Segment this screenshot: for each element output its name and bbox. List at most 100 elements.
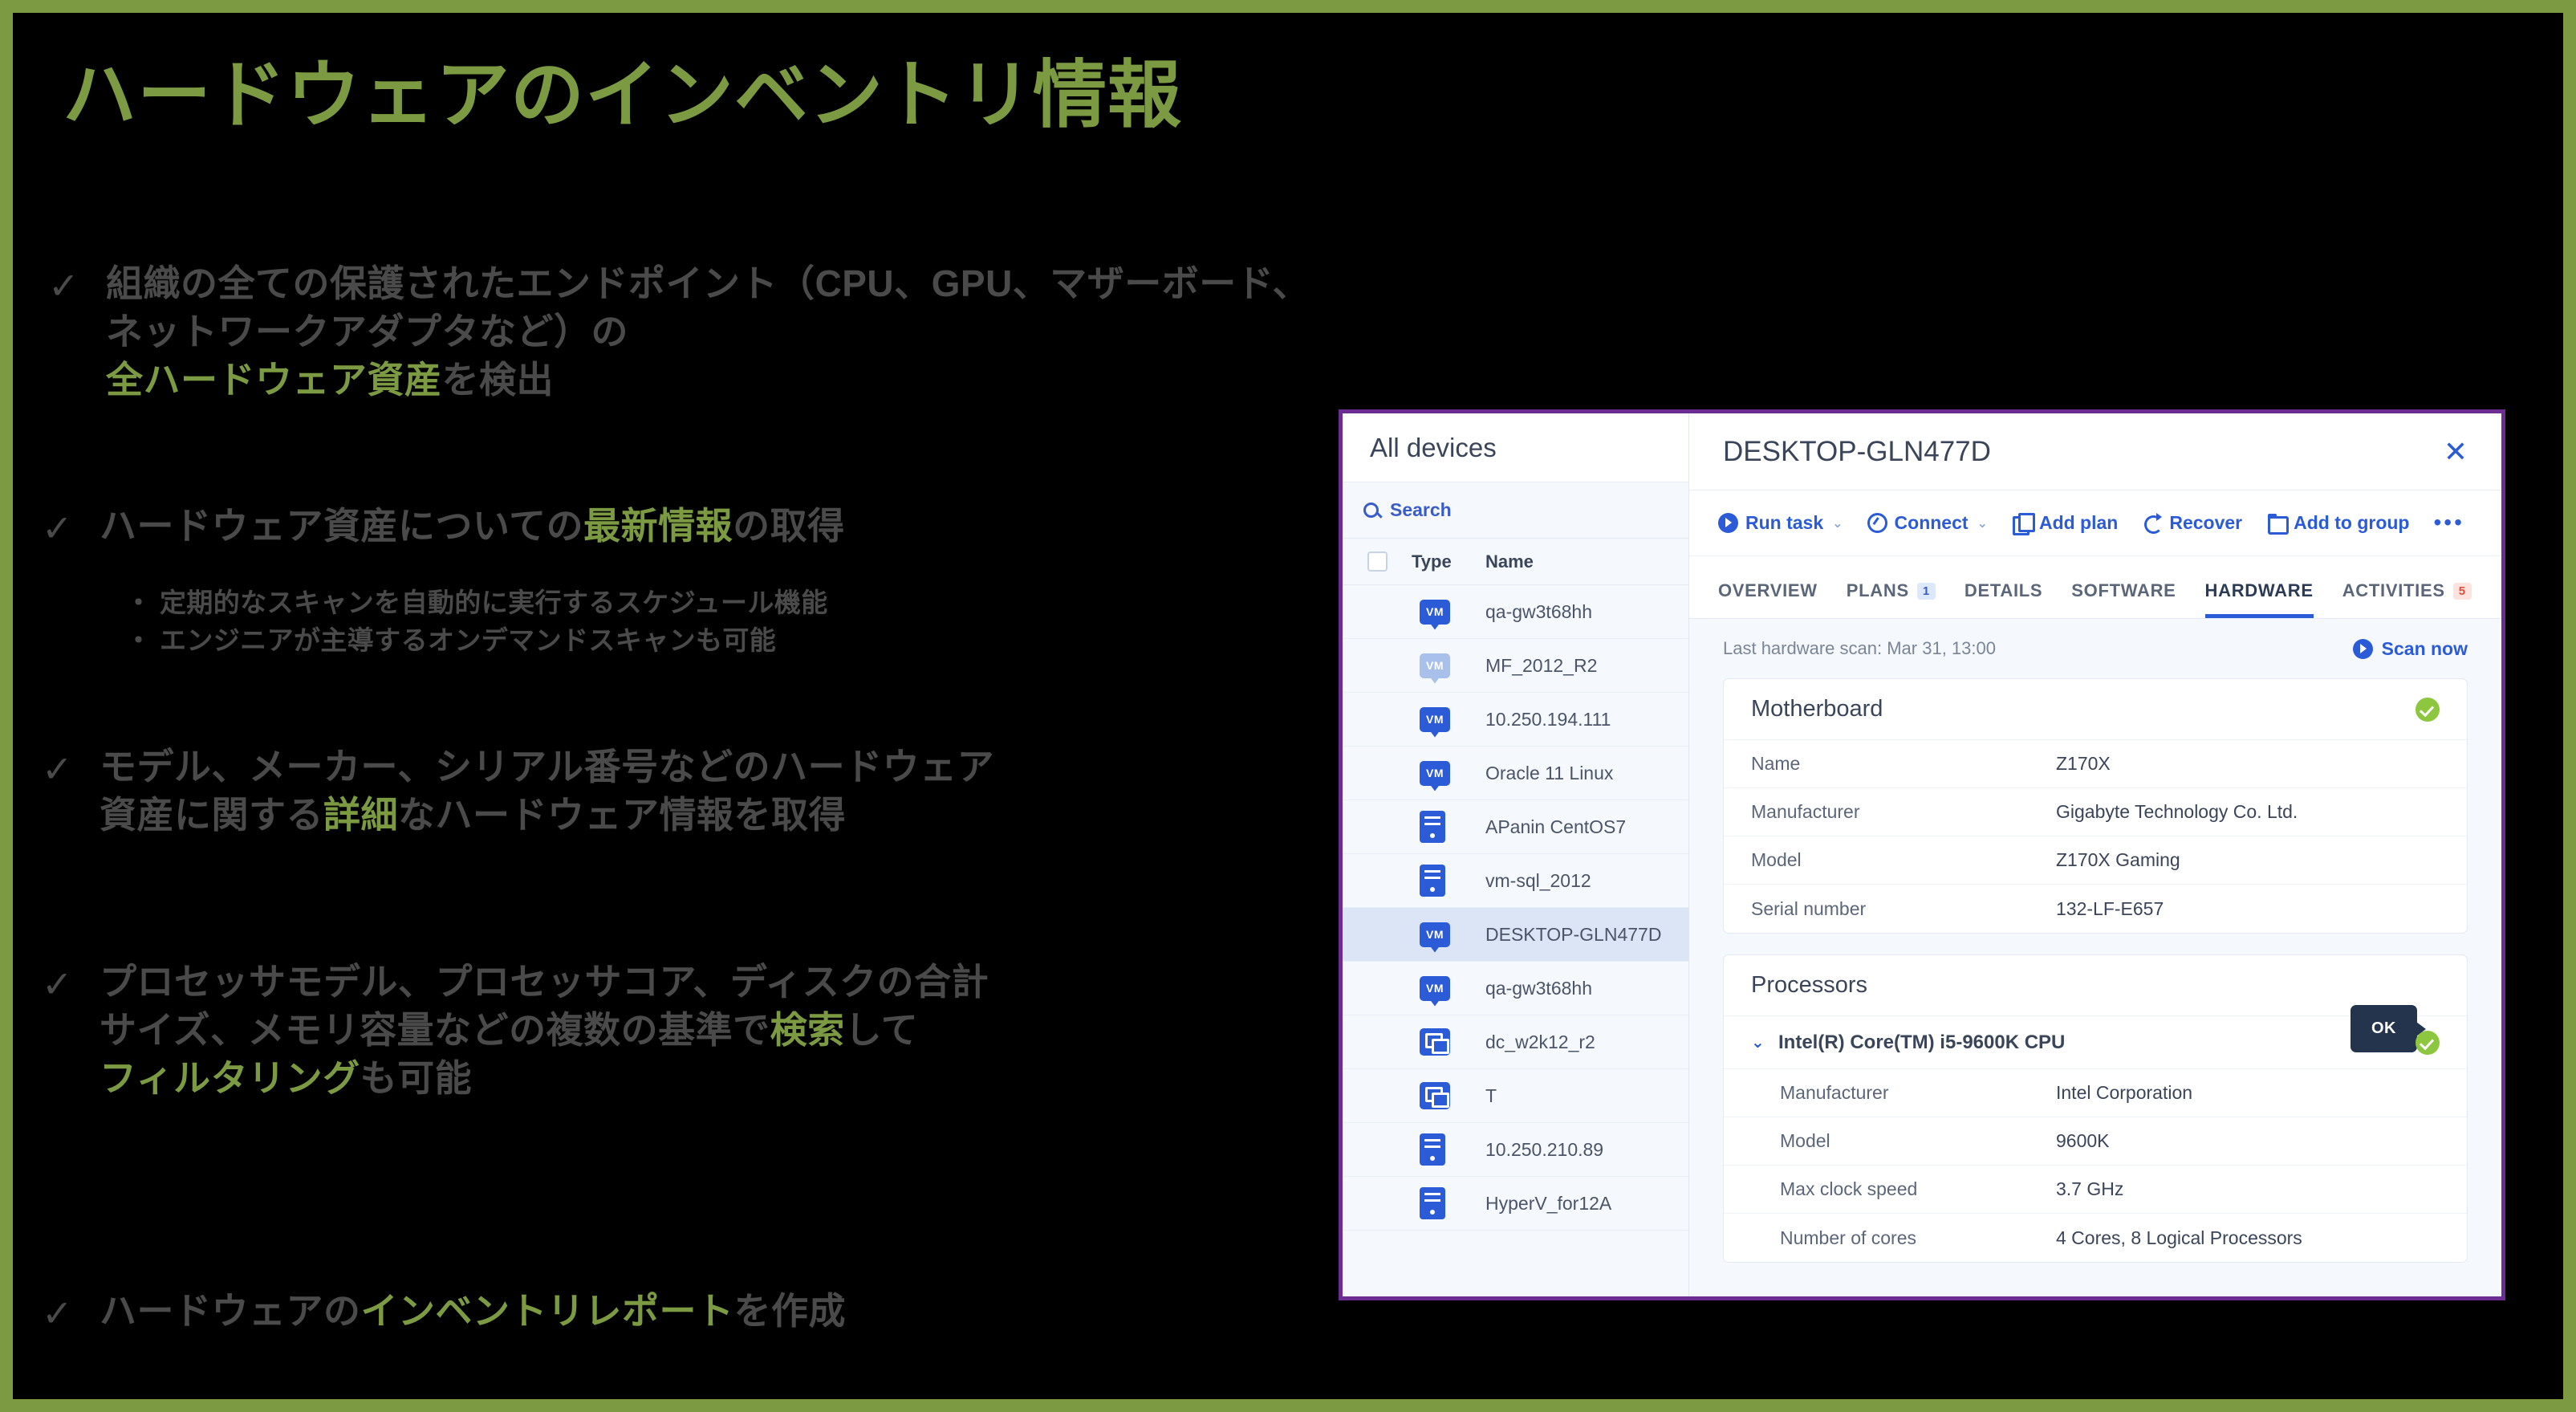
close-icon[interactable]: ✕ (2444, 437, 2468, 466)
detail-row-key: Model (1780, 1130, 1830, 1151)
bullet-text-5: ハードウェアのインベントリレポートを作成 (100, 1288, 846, 1336)
detail-row-key: Manufacturer (1780, 1082, 1889, 1103)
add-to-group-label: Add to group (2294, 512, 2410, 533)
table-row[interactable]: VM qa-gw3t68hh (1343, 585, 1688, 639)
bullet-1-line2-tail: を検出 (441, 358, 554, 401)
table-row[interactable]: APanin CentOS7 (1343, 800, 1688, 854)
device-type-cell (1412, 811, 1485, 843)
device-name-cell: qa-gw3t68hh (1485, 977, 1592, 999)
table-row[interactable]: HyperV_for12A (1343, 1177, 1688, 1231)
tab-label: ACTIVITIES (2342, 580, 2445, 600)
processor-rows: Manufacturer Intel Corporation Model 9600K M… (1724, 1069, 2467, 1262)
detail-row-value: 3.7 GHz (2056, 1178, 2124, 1199)
connect-icon (1867, 513, 1887, 533)
device-type-cell (1412, 1028, 1485, 1056)
device-type-cell: VM (1412, 706, 1485, 732)
table-row[interactable]: VM Oracle 11 Linux (1343, 747, 1688, 800)
bullet-4-highlight: 検索 (770, 1008, 845, 1051)
bullet-3-line2-post: なハードウェア情報を取得 (398, 793, 846, 836)
processors-title: Processors (1751, 972, 1868, 998)
bullet-3-line1: モデル、メーカー、シリアル番号などのハードウェア (100, 746, 995, 787)
devices-table-body: VM qa-gw3t68hh VM MF_2012_R2 VM 10.250.194.11… (1343, 585, 1688, 1231)
bullet-4-line2-post: して (844, 1008, 919, 1051)
connect-label: Connect (1894, 512, 1969, 533)
table-row[interactable]: VM MF_2012_R2 (1343, 639, 1688, 693)
device-name-cell: dc_w2k12_r2 (1485, 1031, 1595, 1052)
play-icon (2352, 638, 2373, 659)
sub-item: ・ エンジニアが主導するオンデマンドスキャンも可能 (125, 625, 777, 655)
add-plan-button[interactable]: Add plan (2012, 512, 2119, 535)
check-icon: ✓ (42, 748, 73, 790)
bullet-item-1: ✓ 組織の全ての保護されたエンドポイント（CPU、GPU、マザーボード、ネットワ… (48, 260, 1342, 404)
tab-activities[interactable]: ACTIVITIES 5 (2342, 580, 2472, 618)
scan-now-button[interactable]: Scan now (2352, 638, 2468, 660)
detail-header: DESKTOP-GLN477D ✕ (1689, 413, 2501, 490)
bullet-5-post: を作成 (733, 1290, 846, 1332)
device-type-cell: VM (1412, 975, 1485, 1001)
cpu-label: Intel(R) Core(TM) i5-9600K CPU (1778, 1031, 2066, 1053)
select-all-checkbox[interactable] (1343, 551, 1412, 572)
tab-label: DETAILS (1964, 580, 2043, 600)
product-screenshot: All devices Search Type Name VM qa-gw3t68… (1339, 409, 2505, 1300)
table-row[interactable]: VM qa-gw3t68hh (1343, 962, 1688, 1015)
device-detail-panel: DESKTOP-GLN477D ✕ Run task ⌄ Connect ⌄ A… (1689, 413, 2501, 1296)
cluster-icon (1420, 1028, 1450, 1056)
table-row[interactable]: VM DESKTOP-GLN477D (1343, 908, 1688, 962)
detail-row: Model Z170X Gaming (1724, 836, 2467, 885)
devices-panel: All devices Search Type Name VM qa-gw3t68… (1343, 413, 1689, 1296)
server-icon (1420, 811, 1445, 843)
tab-details[interactable]: DETAILS (1965, 580, 2042, 618)
column-header-name: Name (1485, 551, 1534, 572)
detail-row: Manufacturer Intel Corporation (1724, 1069, 2467, 1117)
more-options-icon[interactable]: ••• (2433, 511, 2464, 534)
scan-bar: Last hardware scan: Mar 31, 13:00 Scan n… (1689, 619, 2501, 678)
detail-row-value: 132-LF-E657 (2056, 897, 2164, 919)
bullet-4-line3-post: も可能 (360, 1056, 473, 1099)
detail-row: Name Z170X (1724, 740, 2467, 788)
bullet-text-3: モデル、メーカー、シリアル番号などのハードウェア 資産に関する詳細なハードウェア… (100, 743, 994, 840)
tab-label: OVERVIEW (1718, 580, 1818, 600)
check-icon: ✓ (42, 507, 73, 549)
table-row[interactable]: dc_w2k12_r2 (1343, 1015, 1688, 1069)
run-task-label: Run task (1745, 512, 1824, 533)
search-input[interactable]: Search (1343, 482, 1688, 539)
motherboard-rows: Name Z170X Manufacturer Gigabyte Technology… (1724, 740, 2467, 933)
table-row[interactable]: T (1343, 1069, 1688, 1123)
tab-software[interactable]: SOFTWARE (2071, 580, 2176, 618)
last-scan-text: Last hardware scan: Mar 31, 13:00 (1723, 638, 1996, 658)
tab-plans[interactable]: PLANS 1 (1847, 580, 1936, 618)
connect-button[interactable]: Connect ⌄ (1867, 512, 1988, 534)
bullet-item-5: ✓ ハードウェアのインベントリレポートを作成 (42, 1288, 846, 1336)
bullet-5-highlight: インベントリレポート (360, 1290, 734, 1332)
tab-hardware[interactable]: HARDWARE (2204, 580, 2314, 618)
device-name-cell: APanin CentOS7 (1485, 816, 1627, 837)
device-type-cell (1412, 865, 1485, 897)
device-name-cell: Oracle 11 Linux (1485, 762, 1614, 783)
vm-icon: VM (1420, 653, 1450, 678)
chevron-down-icon[interactable]: ⌄ (1751, 1032, 1778, 1052)
bullet-text-2: ハードウェア資産についての最新情報の取得 (100, 503, 845, 551)
tab-overview[interactable]: OVERVIEW (1718, 580, 1818, 618)
table-row[interactable]: vm-sql_2012 (1343, 854, 1688, 908)
bullet-1-highlight: 全ハードウェア資産 (106, 358, 442, 401)
play-icon (1718, 513, 1738, 533)
table-row[interactable]: VM 10.250.194.111 (1343, 693, 1688, 747)
cpu-expander-row[interactable]: ⌄ Intel(R) Core(TM) i5-9600K CPU OK (1724, 1005, 2467, 1069)
vm-icon: VM (1420, 706, 1450, 732)
device-type-cell: VM (1412, 922, 1485, 947)
add-to-group-button[interactable]: Add to group (2266, 512, 2410, 535)
detail-row: Max clock speed 3.7 GHz (1724, 1166, 2467, 1214)
recover-button[interactable]: Recover (2142, 512, 2242, 534)
detail-row-value: 9600K (2056, 1130, 2110, 1151)
tab-badge: 5 (2452, 582, 2472, 600)
chevron-down-icon: ⌄ (1832, 516, 1843, 531)
check-icon: ✓ (42, 1292, 73, 1334)
vm-icon: VM (1420, 599, 1450, 625)
add-plan-label: Add plan (2038, 512, 2119, 533)
table-row[interactable]: 10.250.210.89 (1343, 1123, 1688, 1177)
run-task-button[interactable]: Run task ⌄ (1718, 512, 1843, 534)
bullet-5-pre: ハードウェアの (100, 1290, 361, 1332)
vm-icon: VM (1420, 760, 1450, 786)
tab-label: SOFTWARE (2071, 580, 2176, 600)
device-name-cell: T (1485, 1084, 1497, 1106)
